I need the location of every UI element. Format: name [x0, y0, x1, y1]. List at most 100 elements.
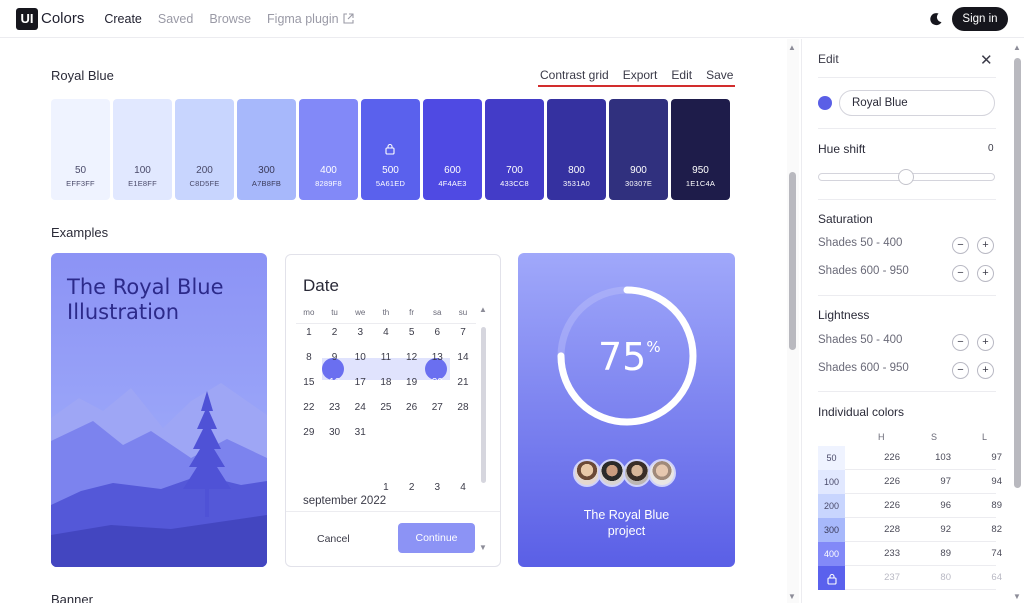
- calendar-scrollbar[interactable]: [481, 327, 486, 483]
- calendar-day[interactable]: 25: [373, 397, 399, 419]
- calendar-day[interactable]: 29: [296, 422, 322, 444]
- calendar-day[interactable]: 11: [373, 347, 399, 369]
- calendar-day[interactable]: 5: [399, 322, 425, 344]
- calendar-day[interactable]: 16: [322, 372, 348, 394]
- calendar-day[interactable]: 4: [450, 477, 476, 499]
- color-name-input[interactable]: Royal Blue: [839, 90, 995, 116]
- calendar-day[interactable]: 10: [347, 347, 373, 369]
- color-swatch[interactable]: 200 C8D5FE: [175, 99, 234, 200]
- shade-cell[interactable]: 400: [818, 542, 845, 566]
- nav-saved[interactable]: Saved: [158, 12, 193, 26]
- nav-figma-plugin[interactable]: Figma plugin: [267, 12, 354, 26]
- color-swatch[interactable]: 100 E1E8FF: [113, 99, 172, 200]
- calendar-day[interactable]: 28: [450, 397, 476, 419]
- color-swatch[interactable]: 400 8289F8: [299, 99, 358, 200]
- avatar[interactable]: [648, 459, 676, 487]
- scroll-up-arrow-icon[interactable]: ▲: [1013, 43, 1021, 52]
- shade-cell[interactable]: 200: [818, 494, 845, 518]
- edit-panel: Edit ✕ Royal Blue Hue shift 0 Saturation…: [801, 39, 1012, 603]
- calendar-day[interactable]: 31: [347, 422, 373, 444]
- calendar-day[interactable]: 3: [424, 477, 450, 499]
- continue-button[interactable]: Continue: [398, 523, 475, 553]
- calendar-day[interactable]: 12: [399, 347, 425, 369]
- calendar-day[interactable]: 3: [347, 322, 373, 344]
- avatar[interactable]: [598, 459, 626, 487]
- panel-scrollbar-thumb[interactable]: [1014, 58, 1021, 488]
- calendar-day[interactable]: 2: [399, 477, 425, 499]
- calendar-day[interactable]: 22: [296, 397, 322, 419]
- save-link[interactable]: Save: [706, 68, 733, 82]
- color-swatch[interactable]: 700 433CC8: [485, 99, 544, 200]
- calendar-day[interactable]: 20: [424, 372, 450, 394]
- scroll-up-arrow-icon[interactable]: ▲: [788, 43, 796, 52]
- color-swatch[interactable]: 950 1E1C4A: [671, 99, 730, 200]
- scroll-down-arrow-icon[interactable]: ▼: [1013, 592, 1021, 601]
- calendar-day[interactable]: 23: [322, 397, 348, 419]
- color-swatch[interactable]: 300 A7B8FB: [237, 99, 296, 200]
- calendar-day[interactable]: 24: [347, 397, 373, 419]
- color-swatch[interactable]: 500 5A61ED: [361, 99, 420, 200]
- cancel-button[interactable]: Cancel: [317, 533, 350, 545]
- table-row[interactable]: 237 80 64: [818, 566, 1002, 590]
- shade-cell[interactable]: 50: [818, 446, 845, 470]
- calendar-day[interactable]: 6: [424, 322, 450, 344]
- table-row[interactable]: 300 228 92 82: [818, 518, 1002, 542]
- shade-cell[interactable]: 300: [818, 518, 845, 542]
- scroll-up-arrow-icon[interactable]: ▲: [479, 305, 487, 314]
- avatar[interactable]: [623, 459, 651, 487]
- lightness-low-minus-button[interactable]: −: [952, 334, 969, 351]
- color-swatch-dot[interactable]: [818, 96, 832, 110]
- export-link[interactable]: Export: [623, 68, 658, 82]
- calendar-day[interactable]: 21: [450, 372, 476, 394]
- color-swatch[interactable]: 600 4F4AE3: [423, 99, 482, 200]
- saturation-low-plus-button[interactable]: +: [977, 237, 994, 254]
- value-h-cell: 226: [884, 476, 900, 487]
- table-row[interactable]: 400 233 89 74: [818, 542, 1002, 566]
- calendar-day[interactable]: 9: [322, 347, 348, 369]
- progress-value: 75: [598, 335, 647, 379]
- close-icon[interactable]: ✕: [980, 51, 993, 69]
- swatch-hex-label: A7B8FB: [251, 179, 282, 188]
- calendar-day[interactable]: 17: [347, 372, 373, 394]
- color-swatch[interactable]: 900 30307E: [609, 99, 668, 200]
- lightness-high-minus-button[interactable]: −: [952, 362, 969, 379]
- contrast-grid-link[interactable]: Contrast grid: [540, 68, 609, 82]
- calendar-day[interactable]: 15: [296, 372, 322, 394]
- avatar[interactable]: [573, 459, 601, 487]
- calendar-day[interactable]: 26: [399, 397, 425, 419]
- shade-cell[interactable]: 100: [818, 470, 845, 494]
- calendar-day[interactable]: 7: [450, 322, 476, 344]
- calendar-day[interactable]: 14: [450, 347, 476, 369]
- sign-in-button[interactable]: Sign in: [952, 7, 1008, 31]
- edit-link[interactable]: Edit: [671, 68, 692, 82]
- calendar-day[interactable]: 13: [424, 347, 450, 369]
- saturation-high-minus-button[interactable]: −: [952, 265, 969, 282]
- table-row[interactable]: 50 226 103 97: [818, 446, 1002, 470]
- color-swatch[interactable]: 800 3531A0: [547, 99, 606, 200]
- logo[interactable]: UI Colors: [16, 7, 84, 30]
- top-navigation: UI Colors Create Saved Browse Figma plug…: [0, 0, 1024, 38]
- calendar-day[interactable]: 8: [296, 347, 322, 369]
- calendar-day[interactable]: 19: [399, 372, 425, 394]
- color-swatch[interactable]: 50 EFF3FF: [51, 99, 110, 200]
- saturation-high-plus-button[interactable]: +: [977, 265, 994, 282]
- nav-browse[interactable]: Browse: [209, 12, 251, 26]
- main-scrollbar-thumb[interactable]: [789, 172, 796, 350]
- calendar-day[interactable]: 2: [322, 322, 348, 344]
- calendar-day[interactable]: 1: [296, 322, 322, 344]
- calendar-day[interactable]: 1: [373, 477, 399, 499]
- moon-icon[interactable]: [928, 11, 944, 27]
- saturation-low-minus-button[interactable]: −: [952, 237, 969, 254]
- table-row[interactable]: 100 226 97 94: [818, 470, 1002, 494]
- scroll-down-arrow-icon[interactable]: ▼: [788, 592, 796, 601]
- lightness-low-plus-button[interactable]: +: [977, 334, 994, 351]
- calendar-day[interactable]: 4: [373, 322, 399, 344]
- calendar-day[interactable]: 30: [322, 422, 348, 444]
- calendar-day[interactable]: 18: [373, 372, 399, 394]
- hue-shift-slider-handle[interactable]: [898, 169, 914, 185]
- nav-create[interactable]: Create: [104, 12, 142, 26]
- scroll-down-arrow-icon[interactable]: ▼: [479, 543, 487, 552]
- table-row[interactable]: 200 226 96 89: [818, 494, 1002, 518]
- lightness-high-plus-button[interactable]: +: [977, 362, 994, 379]
- calendar-day[interactable]: 27: [424, 397, 450, 419]
